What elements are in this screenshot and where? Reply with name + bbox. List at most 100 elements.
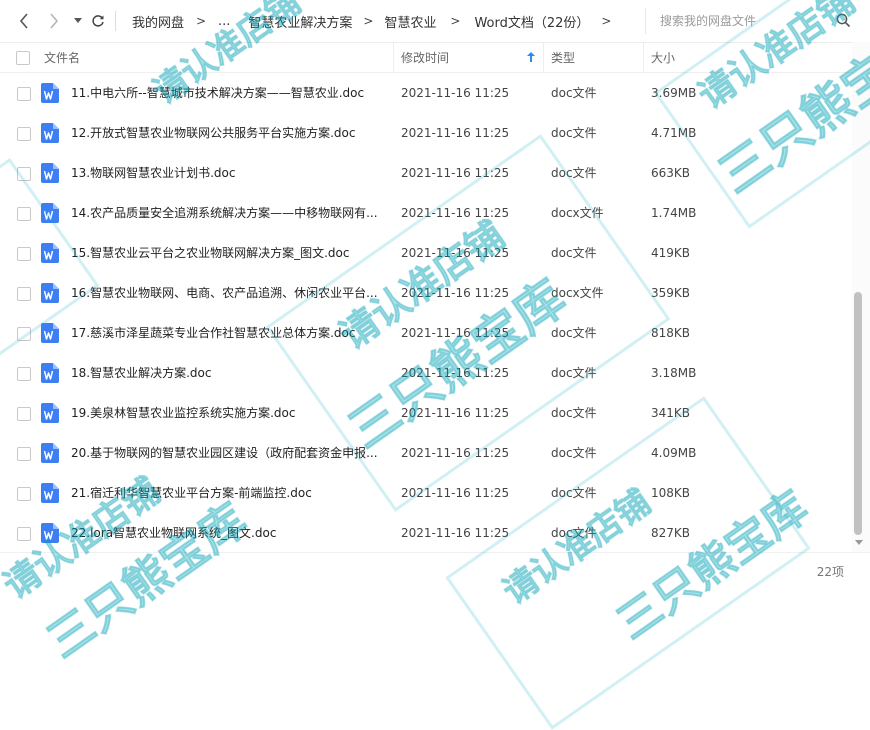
file-row[interactable]: 22.lora智慧农业物联网系统_图文.doc 2021-11-16 11:25… (0, 513, 852, 553)
search-input[interactable] (646, 13, 842, 29)
file-name[interactable]: 17.慈溪市泽星蔬菜专业合作社智慧农业总体方案.doc (71, 313, 386, 353)
breadcrumb-item-my-drive[interactable]: 我的网盘 (130, 12, 186, 31)
row-checkbox[interactable] (17, 87, 31, 101)
item-count: 22项 (816, 565, 844, 579)
file-row[interactable]: 11.中电六所--智慧城市技术解决方案——智慧农业.doc 2021-11-16… (0, 73, 852, 113)
file-modified-date: 2021-11-16 11:25 (401, 486, 510, 500)
word-document-icon (41, 483, 59, 503)
breadcrumb-item-ellipsis[interactable]: ... (216, 14, 232, 29)
file-row[interactable]: 18.智慧农业解决方案.doc 2021-11-16 11:25 doc文件 3… (0, 353, 852, 393)
chevron-right-icon (50, 13, 59, 29)
breadcrumb-item-solutions[interactable]: 智慧农业解决方案 (246, 12, 354, 31)
file-modified-date: 2021-11-16 11:25 (401, 246, 510, 260)
row-checkbox[interactable] (17, 327, 31, 341)
file-modified-date: 2021-11-16 11:25 (401, 526, 510, 540)
file-name[interactable]: 14.农产品质量安全追溯系统解决方案——中移物联网有... (71, 193, 386, 233)
file-name[interactable]: 22.lora智慧农业物联网系统_图文.doc (71, 513, 386, 553)
file-name[interactable]: 21.宿迁利华智慧农业平台方案-前端监控.doc (71, 473, 386, 513)
breadcrumb-item-smart-agriculture[interactable]: 智慧农业 (382, 12, 438, 31)
file-modified-date: 2021-11-16 11:25 (401, 126, 510, 140)
file-name[interactable]: 20.基于物联网的智慧农业园区建设（政府配套资金申报... (71, 433, 386, 473)
sort-ascending-icon[interactable] (527, 52, 535, 62)
row-checkbox[interactable] (17, 167, 31, 181)
file-row[interactable]: 16.智慧农业物联网、电商、农产品追溯、休闲农业平台... 2021-11-16… (0, 273, 852, 313)
file-name[interactable]: 12.开放式智慧农业物联网公共服务平台实施方案.doc (71, 113, 386, 153)
word-document-icon (41, 243, 59, 263)
breadcrumb-divider (115, 11, 116, 31)
row-checkbox[interactable] (17, 487, 31, 501)
breadcrumb-item-word-docs[interactable]: Word文档（22份） (472, 12, 591, 31)
file-type: doc文件 (551, 326, 597, 340)
row-checkbox[interactable] (17, 127, 31, 141)
vertical-scrollbar-thumb[interactable] (854, 292, 862, 535)
row-checkbox[interactable] (17, 407, 31, 421)
file-row[interactable]: 14.农产品质量安全追溯系统解决方案——中移物联网有... 2021-11-16… (0, 193, 852, 233)
breadcrumb-separator-icon: > (195, 14, 207, 28)
file-name[interactable]: 11.中电六所--智慧城市技术解决方案——智慧农业.doc (71, 73, 386, 113)
file-modified-date: 2021-11-16 11:25 (401, 366, 510, 380)
column-modified-header[interactable]: 修改时间 (401, 43, 449, 72)
row-checkbox[interactable] (17, 527, 31, 541)
file-size: 419KB (651, 246, 691, 260)
column-divider (393, 43, 394, 72)
file-type: doc文件 (551, 526, 597, 540)
file-row[interactable]: 21.宿迁利华智慧农业平台方案-前端监控.doc 2021-11-16 11:2… (0, 473, 852, 513)
back-button[interactable] (14, 10, 34, 32)
word-document-icon (41, 83, 59, 103)
file-size: 359KB (651, 286, 691, 300)
file-list: 11.中电六所--智慧城市技术解决方案——智慧农业.doc 2021-11-16… (0, 73, 852, 553)
row-checkbox[interactable] (17, 367, 31, 381)
file-modified-date: 2021-11-16 11:25 (401, 86, 510, 100)
search-box (645, 8, 861, 34)
column-type-header[interactable]: 类型 (551, 43, 575, 72)
file-size: 3.69MB (651, 86, 697, 100)
file-type: docx文件 (551, 206, 604, 220)
file-name[interactable]: 15.智慧农业云平台之农业物联网解决方案_图文.doc (71, 233, 386, 273)
file-modified-date: 2021-11-16 11:25 (401, 286, 510, 300)
file-type: doc文件 (551, 246, 597, 260)
breadcrumb-separator-icon: > (450, 14, 461, 28)
file-row[interactable]: 15.智慧农业云平台之农业物联网解决方案_图文.doc 2021-11-16 1… (0, 233, 852, 273)
forward-button[interactable] (44, 10, 64, 32)
column-header: 文件名 修改时间 类型 大小 (0, 43, 852, 73)
file-name[interactable]: 13.物联网智慧农业计划书.doc (71, 153, 386, 193)
search-icon[interactable] (836, 13, 851, 28)
file-row[interactable]: 20.基于物联网的智慧农业园区建设（政府配套资金申报... 2021-11-16… (0, 433, 852, 473)
scroll-down-arrow-icon[interactable] (855, 540, 863, 546)
file-type: docx文件 (551, 286, 604, 300)
file-name[interactable]: 18.智慧农业解决方案.doc (71, 353, 386, 393)
row-checkbox[interactable] (17, 207, 31, 221)
select-all-checkbox[interactable] (16, 43, 30, 72)
row-checkbox[interactable] (17, 287, 31, 301)
file-size: 4.09MB (651, 446, 697, 460)
refresh-icon (92, 15, 104, 27)
word-document-icon (41, 323, 59, 343)
word-document-icon (41, 283, 59, 303)
file-row[interactable]: 19.美泉林智慧农业监控系统实施方案.doc 2021-11-16 11:25 … (0, 393, 852, 433)
caret-down-icon (74, 18, 82, 23)
history-dropdown-button[interactable] (68, 10, 88, 32)
file-modified-date: 2021-11-16 11:25 (401, 206, 510, 220)
navigation-bar: 我的网盘 > ... 智慧农业解决方案 > 智慧农业 > Word文档（22份）… (0, 0, 870, 43)
file-size: 818KB (651, 326, 691, 340)
row-checkbox[interactable] (17, 247, 31, 261)
file-modified-date: 2021-11-16 11:25 (401, 406, 510, 420)
column-name-header[interactable]: 文件名 (44, 43, 80, 72)
file-row[interactable]: 13.物联网智慧农业计划书.doc 2021-11-16 11:25 doc文件… (0, 153, 852, 193)
file-size: 4.71MB (651, 126, 697, 140)
file-modified-date: 2021-11-16 11:25 (401, 446, 510, 460)
file-row[interactable]: 17.慈溪市泽星蔬菜专业合作社智慧农业总体方案.doc 2021-11-16 1… (0, 313, 852, 353)
breadcrumb-separator-icon: > (601, 14, 612, 28)
status-bar: 22项 (0, 552, 870, 591)
file-name[interactable]: 19.美泉林智慧农业监控系统实施方案.doc (71, 393, 386, 433)
file-size: 108KB (651, 486, 691, 500)
column-size-header[interactable]: 大小 (651, 43, 675, 72)
file-row[interactable]: 12.开放式智慧农业物联网公共服务平台实施方案.doc 2021-11-16 1… (0, 113, 852, 153)
row-checkbox[interactable] (17, 447, 31, 461)
breadcrumb-separator-icon: > (363, 14, 374, 28)
file-type: doc文件 (551, 166, 597, 180)
file-name[interactable]: 16.智慧农业物联网、电商、农产品追溯、休闲农业平台... (71, 273, 386, 313)
word-document-icon (41, 363, 59, 383)
refresh-button[interactable] (88, 10, 108, 32)
breadcrumb: 我的网盘 > ... 智慧农业解决方案 > 智慧农业 > Word文档（22份）… (130, 0, 621, 42)
